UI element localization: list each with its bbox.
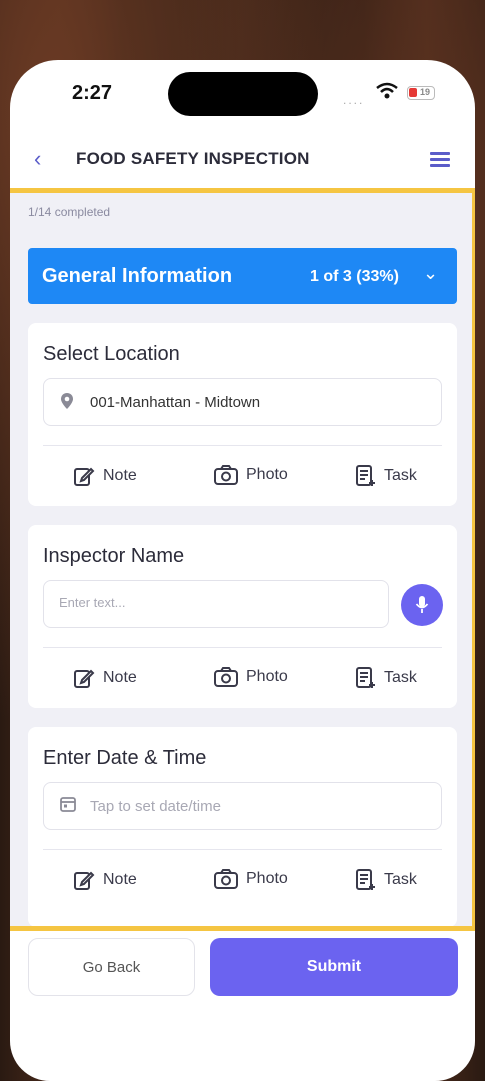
field-label: Select Location [43, 343, 180, 365]
field-label: Enter Date & Time [43, 747, 207, 769]
note-label: Note [103, 467, 137, 484]
photo-label: Photo [246, 466, 288, 483]
note-edit-icon [74, 871, 95, 890]
date-time-picker[interactable]: Tap to set date/time [43, 782, 442, 830]
photo-button[interactable]: Photo [214, 667, 288, 687]
app-header: ‹ FOOD SAFETY INSPECTION [10, 140, 475, 180]
date-time-card: Enter Date & Time Tap to set date/time N… [28, 727, 457, 927]
camera-icon [214, 465, 238, 485]
task-list-icon [356, 667, 375, 688]
task-label: Task [384, 467, 417, 484]
task-label: Task [384, 871, 417, 888]
status-bar: 2:27 .... 19 [10, 60, 475, 130]
photo-label: Photo [246, 668, 288, 685]
battery-icon: 19 [407, 86, 435, 100]
note-label: Note [103, 669, 137, 686]
dynamic-island [168, 72, 318, 116]
note-label: Note [103, 871, 137, 888]
map-pin-icon [61, 393, 73, 409]
divider [43, 445, 442, 446]
photo-button[interactable]: Photo [214, 869, 288, 889]
section-progress: 1 of 3 (33%) [310, 268, 399, 285]
location-value: 001-Manhattan - Midtown [90, 394, 261, 411]
task-list-icon [356, 869, 375, 890]
inspector-name-card: Inspector Name Enter text... Note Photo … [28, 525, 457, 708]
list-menu-icon[interactable] [430, 152, 450, 170]
divider [43, 849, 442, 850]
note-button[interactable]: Note [73, 465, 137, 487]
chevron-down-icon: ⌄ [423, 263, 439, 283]
photo-button[interactable]: Photo [214, 465, 288, 485]
card-actions: Note Photo Task [28, 465, 457, 491]
signal-icon: .... [343, 93, 365, 107]
note-edit-icon [74, 467, 95, 486]
location-card: Select Location 001-Manhattan - Midtown … [28, 323, 457, 506]
task-label: Task [384, 669, 417, 686]
battery-level: 19 [420, 87, 431, 97]
camera-icon [214, 869, 238, 889]
phone-screen: 2:27 .... 19 ‹ FOOD SAFETY INSPECTION 1/… [10, 60, 475, 1081]
divider [43, 647, 442, 648]
task-button[interactable]: Task [356, 869, 417, 891]
section-header-general-information[interactable]: General Information 1 of 3 (33%) ⌄ [28, 248, 457, 304]
status-time: 2:27 [72, 82, 113, 104]
note-button[interactable]: Note [73, 869, 137, 891]
task-list-icon [356, 465, 375, 486]
go-back-button[interactable]: Go Back [28, 938, 195, 996]
back-chevron-icon[interactable]: ‹ [34, 146, 41, 172]
card-actions: Note Photo Task [28, 667, 457, 693]
location-select[interactable]: 001-Manhattan - Midtown [43, 378, 442, 426]
calendar-icon [60, 797, 76, 812]
wifi-icon [376, 82, 398, 99]
section-title: General Information [42, 265, 233, 287]
inspection-form: 1/14 completed General Information 1 of … [10, 190, 475, 930]
field-label: Inspector Name [43, 545, 185, 567]
input-placeholder: Enter text... [59, 595, 126, 610]
note-button[interactable]: Note [73, 667, 137, 689]
microphone-button[interactable] [401, 584, 443, 626]
task-button[interactable]: Task [356, 465, 417, 487]
camera-icon [214, 667, 238, 687]
photo-label: Photo [246, 870, 288, 887]
note-edit-icon [74, 669, 95, 688]
card-actions: Note Photo Task [28, 869, 457, 895]
inspector-name-input[interactable]: Enter text... [43, 580, 389, 628]
task-button[interactable]: Task [356, 667, 417, 689]
completion-status: 1/14 completed [28, 205, 111, 219]
microphone-icon [415, 596, 429, 613]
date-time-placeholder: Tap to set date/time [90, 798, 221, 815]
submit-button[interactable]: Submit [210, 938, 458, 996]
page-title: FOOD SAFETY INSPECTION [76, 149, 310, 168]
